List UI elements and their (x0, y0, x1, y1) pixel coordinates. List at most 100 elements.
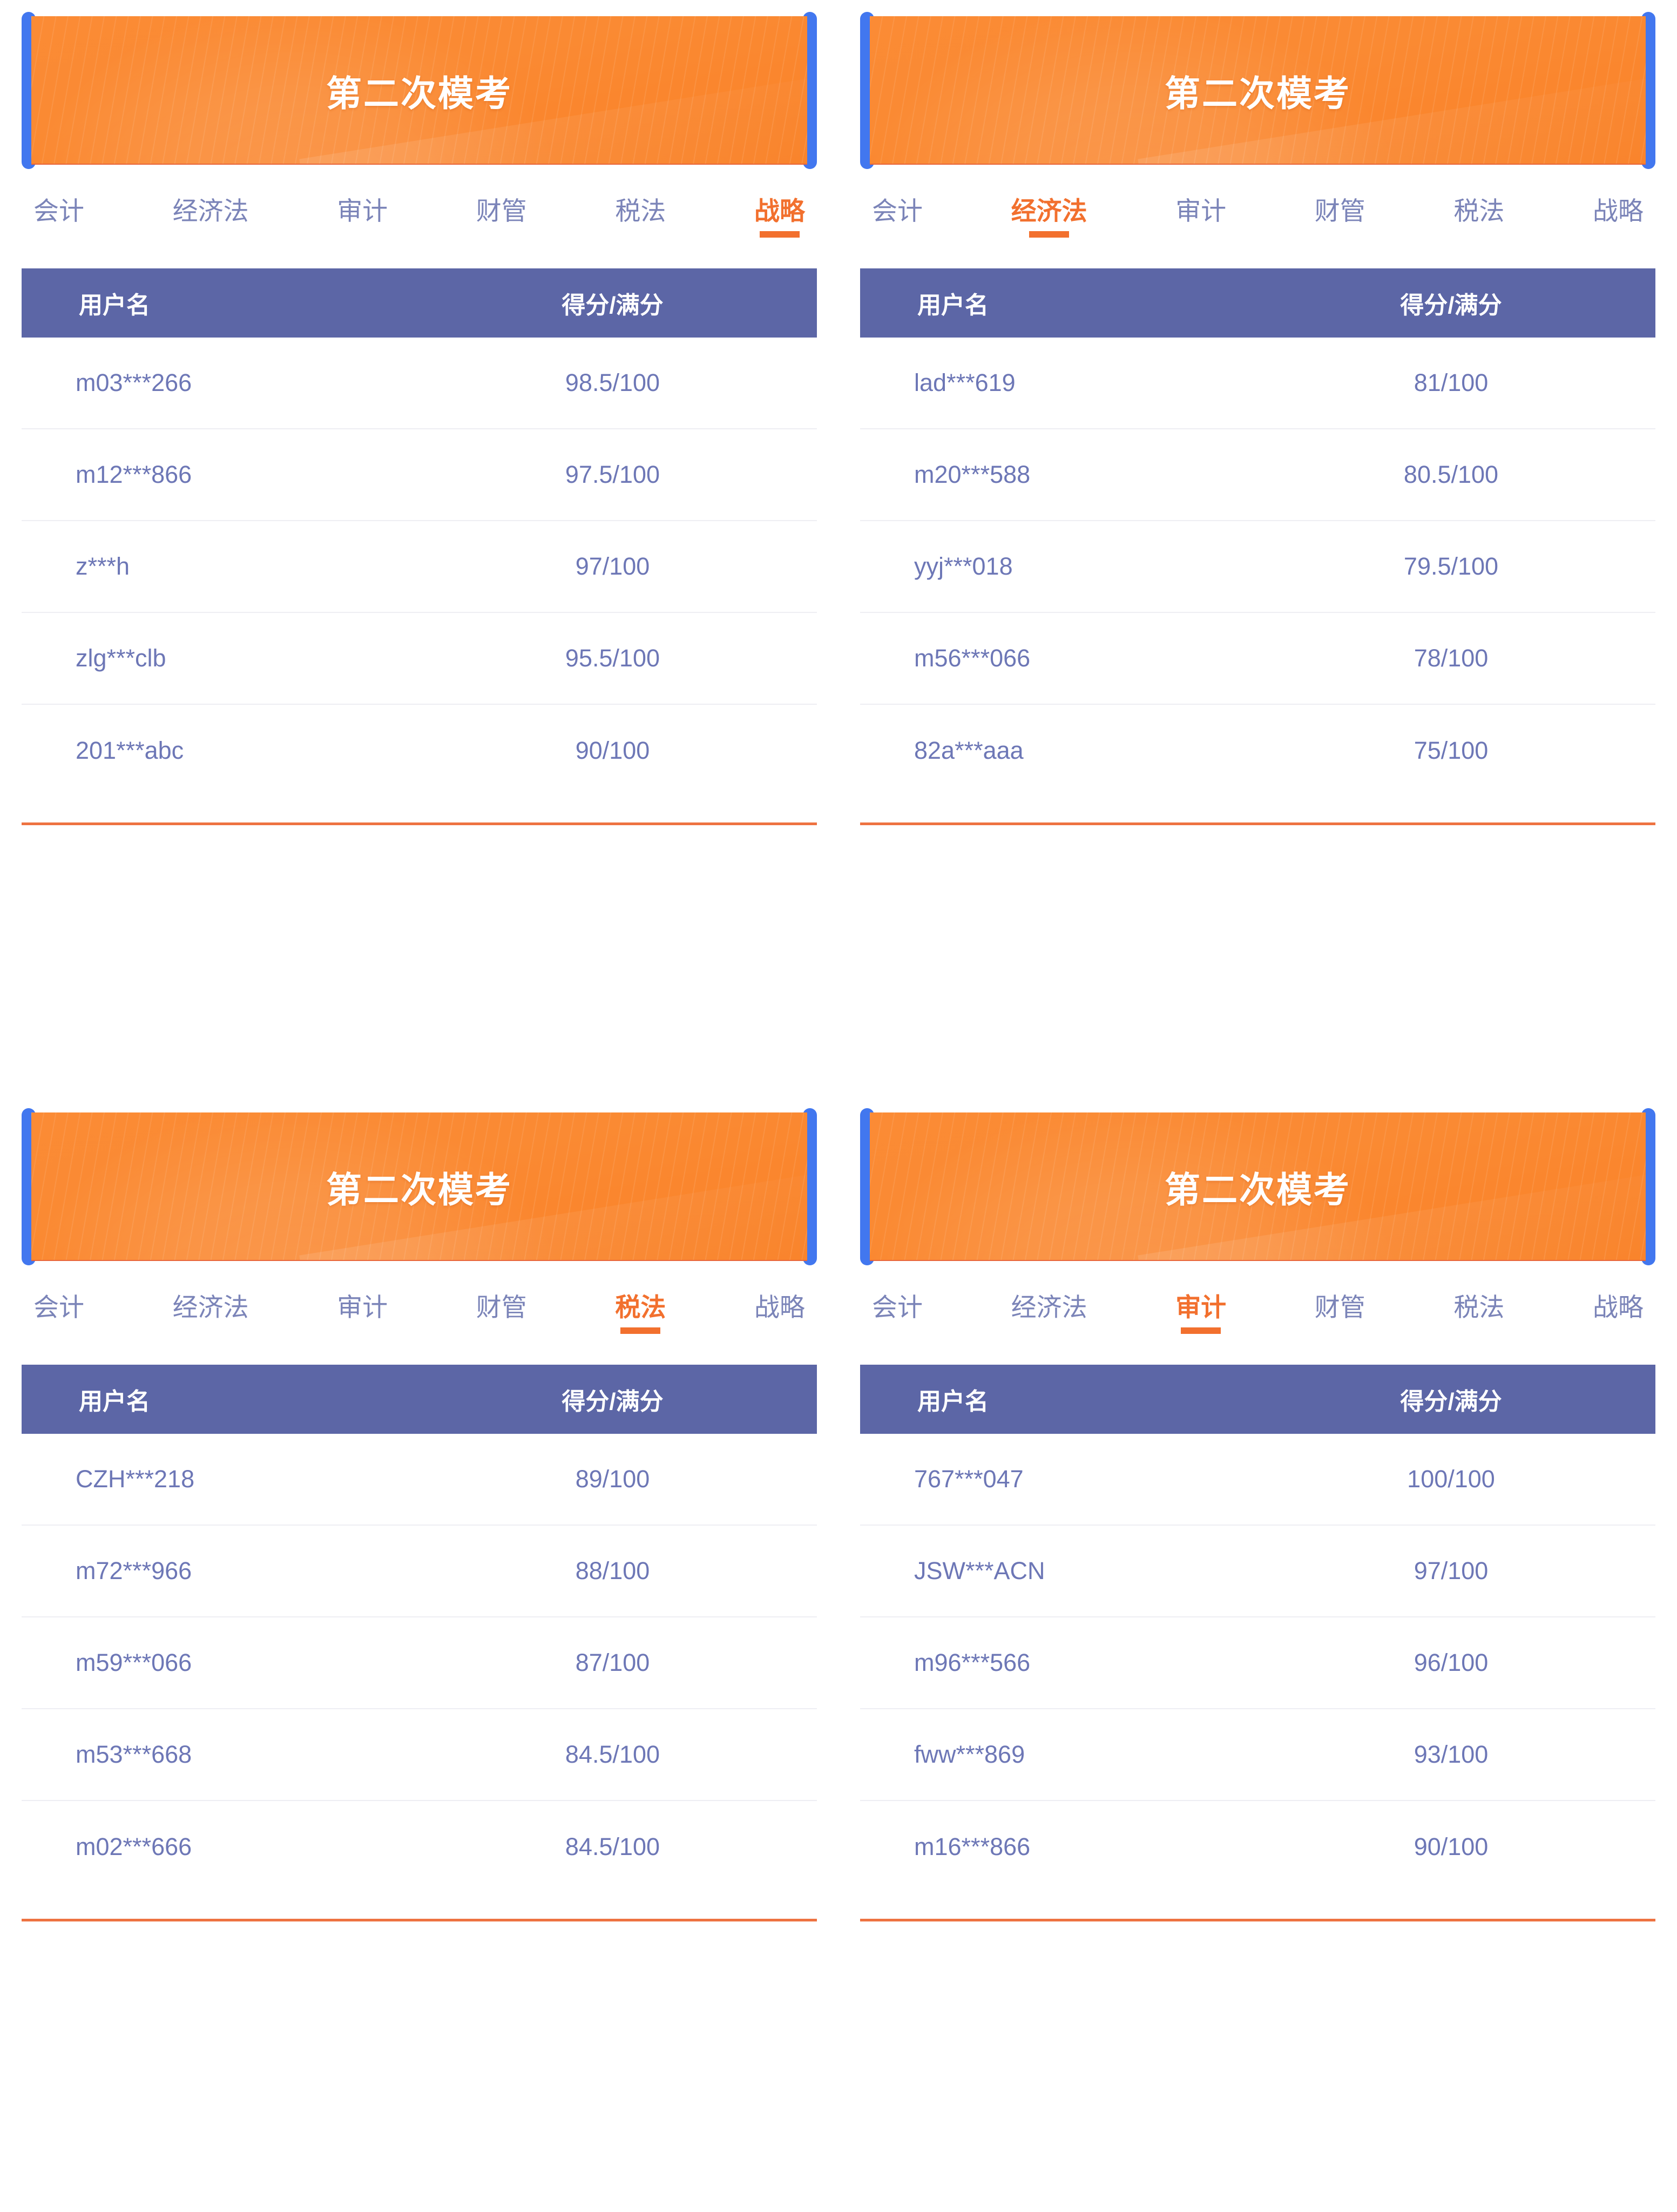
tab-inactive-5[interactable]: 战略 (1593, 198, 1644, 238)
cell-username: 767***047 (914, 1465, 1024, 1493)
cell-username: m20***588 (914, 461, 1031, 488)
banner-surface: 第二次模考 (31, 16, 807, 165)
table-row[interactable]: m02***666 84.5/100 (22, 1801, 817, 1893)
cell-username: m02***666 (76, 1833, 192, 1860)
tab-inactive-2[interactable]: 审计 (337, 198, 388, 238)
table-row[interactable]: m03***266 98.5/100 (22, 338, 817, 429)
exam-panel: 第二次模考 会计 经济法 审计 财管 税法 战略 用户名 得分/满分 m03***266 98.5/… (0, 0, 838, 1096)
exam-banner: 第二次模考 (22, 12, 817, 169)
exam-banner: 第二次模考 (22, 1108, 817, 1265)
table-row[interactable]: fww***869 93/100 (860, 1709, 1655, 1801)
mock-exam-ranking-grid: 第二次模考 会计 经济法 审计 财管 税法 战略 用户名 得分/满分 m03***266 98.5/… (0, 0, 1677, 2212)
tab-inactive-3[interactable]: 财管 (476, 198, 527, 238)
table-row[interactable]: CZH***218 89/100 (22, 1434, 817, 1526)
table-row[interactable]: 82a***aaa 75/100 (860, 705, 1655, 797)
cell-username: m16***866 (914, 1833, 1031, 1860)
cell-score: 90/100 (1414, 1833, 1489, 1860)
column-header-username: 用户名 (79, 292, 150, 319)
table-row[interactable]: m16***866 90/100 (860, 1801, 1655, 1893)
panel-bottom-divider (22, 1919, 817, 1921)
tab-inactive-0[interactable]: 会计 (33, 1294, 84, 1334)
tab-active-1[interactable]: 经济法 (1011, 198, 1087, 238)
cell-score: 84.5/100 (565, 1741, 660, 1768)
cell-username: yyj***018 (914, 552, 1013, 580)
tab-inactive-0[interactable]: 会计 (33, 198, 84, 238)
banner-title: 第二次模考 (1165, 73, 1351, 113)
panel-bottom-divider (860, 1919, 1655, 1921)
tab-inactive-1[interactable]: 经济法 (173, 198, 249, 238)
table-header-row: 用户名 得分/满分 (860, 268, 1655, 338)
cell-score: 75/100 (1414, 737, 1489, 764)
tab-inactive-0[interactable]: 会计 (872, 198, 923, 238)
cell-score: 98.5/100 (565, 369, 660, 396)
column-header-score: 得分/满分 (1400, 292, 1502, 319)
table-row[interactable]: yyj***018 79.5/100 (860, 521, 1655, 613)
banner-title: 第二次模考 (1165, 1169, 1351, 1210)
cell-username: lad***619 (914, 369, 1016, 396)
table-row[interactable]: JSW***ACN 97/100 (860, 1526, 1655, 1617)
cell-username: m56***066 (914, 644, 1031, 672)
cell-score: 96/100 (1414, 1649, 1489, 1676)
cell-score: 87/100 (575, 1649, 650, 1676)
ranking-table: 用户名 得分/满分 m03***266 98.5/100 m12***866 97.5/1… (22, 268, 817, 797)
exam-panel: 第二次模考会计 经济法 审计 财管 税法 战略用户名 得分/满分 CZH***218 89/10… (0, 1096, 838, 2212)
tab-active-4[interactable]: 税法 (615, 1294, 666, 1334)
ranking-table: 用户名 得分/满分 lad***619 81/100 m20***588 80.5/100… (860, 268, 1655, 797)
tab-inactive-3[interactable]: 财管 (476, 1294, 527, 1334)
table-row[interactable]: m59***066 87/100 (22, 1617, 817, 1709)
cell-username: m03***266 (76, 369, 192, 396)
table-row[interactable]: m20***588 80.5/100 (860, 429, 1655, 521)
table-header-row: 用户名 得分/满分 (22, 1365, 817, 1434)
table-row[interactable]: zlg***clb 95.5/100 (22, 613, 817, 705)
table-row[interactable]: lad***619 81/100 (860, 338, 1655, 429)
tab-active-5[interactable]: 战略 (754, 198, 805, 238)
table-row[interactable]: m53***668 84.5/100 (22, 1709, 817, 1801)
table-row[interactable]: z***h 97/100 (22, 521, 817, 613)
tab-inactive-1[interactable]: 经济法 (1011, 1294, 1087, 1334)
subject-tabs: 会计 经济法 审计 财管 税法 战略 (22, 165, 817, 262)
cell-score: 88/100 (575, 1557, 650, 1584)
exam-banner: 第二次模考 (860, 12, 1655, 169)
tab-inactive-4[interactable]: 税法 (1453, 1294, 1504, 1334)
banner-surface: 第二次模考 (870, 1112, 1646, 1261)
tab-active-2[interactable]: 审计 (1175, 1294, 1226, 1334)
cell-score: 97/100 (1414, 1557, 1489, 1584)
cell-score: 84.5/100 (565, 1833, 660, 1860)
ranking-table: 用户名 得分/满分 CZH***218 89/100 m72***966 88/100 m5… (22, 1365, 817, 1893)
table-row[interactable]: 201***abc 90/100 (22, 705, 817, 797)
cell-score: 78/100 (1414, 644, 1489, 672)
cell-username: JSW***ACN (914, 1557, 1045, 1584)
tab-inactive-1[interactable]: 经济法 (173, 1294, 249, 1334)
table-row[interactable]: 767***047 100/100 (860, 1434, 1655, 1526)
tab-inactive-2[interactable]: 审计 (337, 1294, 388, 1334)
tab-inactive-4[interactable]: 税法 (1453, 198, 1504, 238)
panel-bottom-divider (860, 822, 1655, 825)
banner-surface: 第二次模考 (870, 16, 1646, 165)
ranking-table: 用户名 得分/满分 767***047 100/100 JSW***ACN 97/100 m… (860, 1365, 1655, 1893)
column-header-username: 用户名 (79, 1388, 150, 1415)
tab-inactive-3[interactable]: 财管 (1315, 198, 1365, 238)
banner-surface: 第二次模考 (31, 1112, 807, 1261)
cell-username: m96***566 (914, 1649, 1031, 1676)
table-row[interactable]: m72***966 88/100 (22, 1526, 817, 1617)
subject-tabs: 会计 经济法 审计 财管 税法 战略 (860, 165, 1655, 262)
column-header-score: 得分/满分 (1400, 1388, 1502, 1415)
table-row[interactable]: m56***066 78/100 (860, 613, 1655, 705)
cell-score: 89/100 (575, 1465, 650, 1493)
tab-inactive-0[interactable]: 会计 (872, 1294, 923, 1334)
cell-score: 100/100 (1407, 1465, 1495, 1493)
table-header-row: 用户名 得分/满分 (860, 1365, 1655, 1434)
banner-title: 第二次模考 (326, 73, 512, 113)
tab-inactive-5[interactable]: 战略 (1593, 1294, 1644, 1334)
exam-panel: 第二次模考会计 经济法 审计 财管 税法 战略用户名 得分/满分 lad***619 81/10… (838, 0, 1677, 1096)
table-row[interactable]: m96***566 96/100 (860, 1617, 1655, 1709)
column-header-score: 得分/满分 (562, 1388, 664, 1415)
table-row[interactable]: m12***866 97.5/100 (22, 429, 817, 521)
cell-score: 90/100 (575, 737, 650, 764)
tab-inactive-3[interactable]: 财管 (1315, 1294, 1365, 1334)
tab-inactive-5[interactable]: 战略 (754, 1294, 805, 1334)
tab-inactive-2[interactable]: 审计 (1175, 198, 1226, 238)
tab-inactive-4[interactable]: 税法 (615, 198, 666, 238)
cell-score: 95.5/100 (565, 644, 660, 672)
cell-username: 201***abc (76, 737, 184, 764)
